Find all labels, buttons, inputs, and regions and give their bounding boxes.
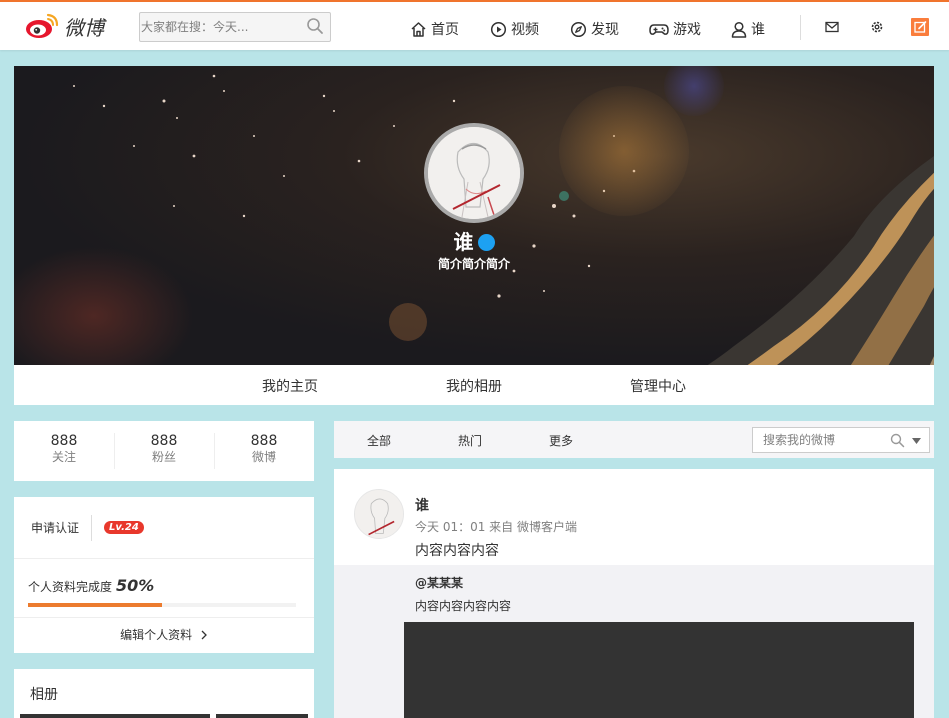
post-author-avatar[interactable]: [354, 489, 404, 539]
search-icon[interactable]: [306, 17, 324, 35]
avatar-illustration: [428, 127, 520, 219]
edit-profile-link[interactable]: 编辑个人资料: [14, 618, 314, 652]
album-thumbnails: [20, 714, 308, 718]
user-icon: [731, 21, 747, 38]
nav-user-label: 谁: [751, 22, 765, 38]
profile-bio: 简介简介简介: [437, 257, 510, 271]
repost-original-author[interactable]: @某某某: [415, 574, 463, 591]
repost-original-content: 内容内容内容内容: [415, 599, 512, 613]
album-title: 相册: [30, 687, 58, 703]
avatar-illustration: [355, 490, 403, 538]
mail-icon[interactable]: [825, 21, 839, 33]
repost-media[interactable]: [404, 622, 914, 718]
tab-my-album[interactable]: 我的相册: [446, 376, 502, 396]
stat-posts-count: 888: [250, 433, 278, 449]
chevron-down-icon[interactable]: [912, 438, 921, 444]
nav-home[interactable]: 首页: [410, 19, 459, 39]
stat-posts-label: 微博: [251, 450, 276, 464]
apply-verification-link[interactable]: 申请认证: [31, 519, 79, 536]
profile-name-text: 谁: [453, 230, 474, 254]
bokeh-light: [389, 303, 427, 341]
video-icon: [490, 21, 507, 37]
nav-home-label: 首页: [431, 22, 459, 38]
top-navigation-bar: 微博 首页 视频 发现 游: [0, 0, 949, 50]
my-posts-search-input[interactable]: [753, 428, 883, 452]
post-meta: 今天 01：01 来自 微博客户端: [415, 520, 577, 534]
feed-filter-bar: 全部 热门 更多: [334, 421, 934, 458]
completion-label: 个人资料完成度: [28, 580, 113, 594]
album-thumbnail[interactable]: [20, 714, 210, 718]
weibo-logo[interactable]: 微博: [24, 10, 104, 42]
completion-progress-fill: [28, 603, 162, 607]
stat-followers[interactable]: 888 粉丝: [114, 421, 214, 481]
home-icon: [411, 21, 426, 37]
profile-info-card: 申请认证 Lv.24 个人资料完成度 50% 编辑个人资料: [14, 497, 314, 653]
stat-posts[interactable]: 888 微博: [214, 421, 314, 481]
logo-text: 微博: [64, 15, 104, 40]
tab-my-homepage[interactable]: 我的主页: [262, 376, 318, 396]
nav-discover-label: 发现: [591, 22, 619, 38]
global-search-box[interactable]: [139, 12, 331, 42]
feed-tab-all[interactable]: 全部: [367, 432, 391, 449]
nav-discover[interactable]: 发现: [570, 19, 619, 39]
profile-avatar[interactable]: [424, 123, 524, 223]
verification-row: 申请认证 Lv.24: [14, 497, 314, 559]
post-author-name[interactable]: 谁: [415, 495, 429, 515]
feed-tab-more[interactable]: 更多: [549, 432, 573, 449]
nav-games-label: 游戏: [673, 22, 701, 38]
stat-following-count: 888: [50, 433, 78, 449]
gamepad-icon: [649, 23, 669, 35]
weibo-eye-logo-icon: [26, 13, 59, 38]
reposted-content: @某某某 内容内容内容内容: [334, 565, 934, 718]
profile-name: 谁: [14, 226, 934, 255]
compose-icon[interactable]: [911, 18, 929, 36]
stat-followers-label: 粉丝: [151, 450, 176, 464]
nav-user[interactable]: 谁: [731, 19, 765, 39]
level-badge[interactable]: Lv.24: [104, 521, 144, 534]
nav-video-label: 视频: [511, 22, 539, 38]
global-search-input[interactable]: [140, 13, 300, 41]
profile-stats-card: 888 关注 888 粉丝 888 微博: [14, 421, 314, 481]
nav-divider: [800, 15, 801, 40]
chevron-right-icon: [201, 630, 207, 640]
completion-progress-bar: [28, 603, 296, 607]
nav-games[interactable]: 游戏: [649, 19, 701, 39]
gear-icon[interactable]: [870, 20, 884, 34]
feed-post: 谁 今天 01：01 来自 微博客户端 内容内容内容 @某某某 内容内容内容内容: [334, 469, 934, 718]
my-posts-search-box[interactable]: [752, 427, 930, 453]
stat-following-label: 关注: [51, 450, 76, 464]
profile-cover-banner: 谁 简介简介简介: [14, 66, 934, 365]
profile-tab-bar: 我的主页 我的相册 管理中心: [14, 365, 934, 405]
search-icon[interactable]: [890, 433, 905, 448]
verified-badge-icon: [477, 234, 495, 251]
edit-profile-label: 编辑个人资料: [120, 628, 193, 642]
compass-icon: [570, 21, 587, 37]
profile-completion: 个人资料完成度 50%: [14, 559, 314, 618]
album-thumbnail[interactable]: [216, 714, 308, 718]
tab-management-center[interactable]: 管理中心: [630, 376, 686, 396]
album-card: 相册: [14, 669, 314, 718]
nav-video[interactable]: 视频: [490, 19, 539, 39]
stat-followers-count: 888: [150, 433, 178, 449]
feed-tab-hot[interactable]: 热门: [458, 432, 482, 449]
stat-following[interactable]: 888 关注: [14, 421, 114, 481]
post-content: 内容内容内容: [415, 543, 499, 559]
divider: [91, 514, 93, 541]
completion-percent: 50%: [116, 576, 155, 595]
